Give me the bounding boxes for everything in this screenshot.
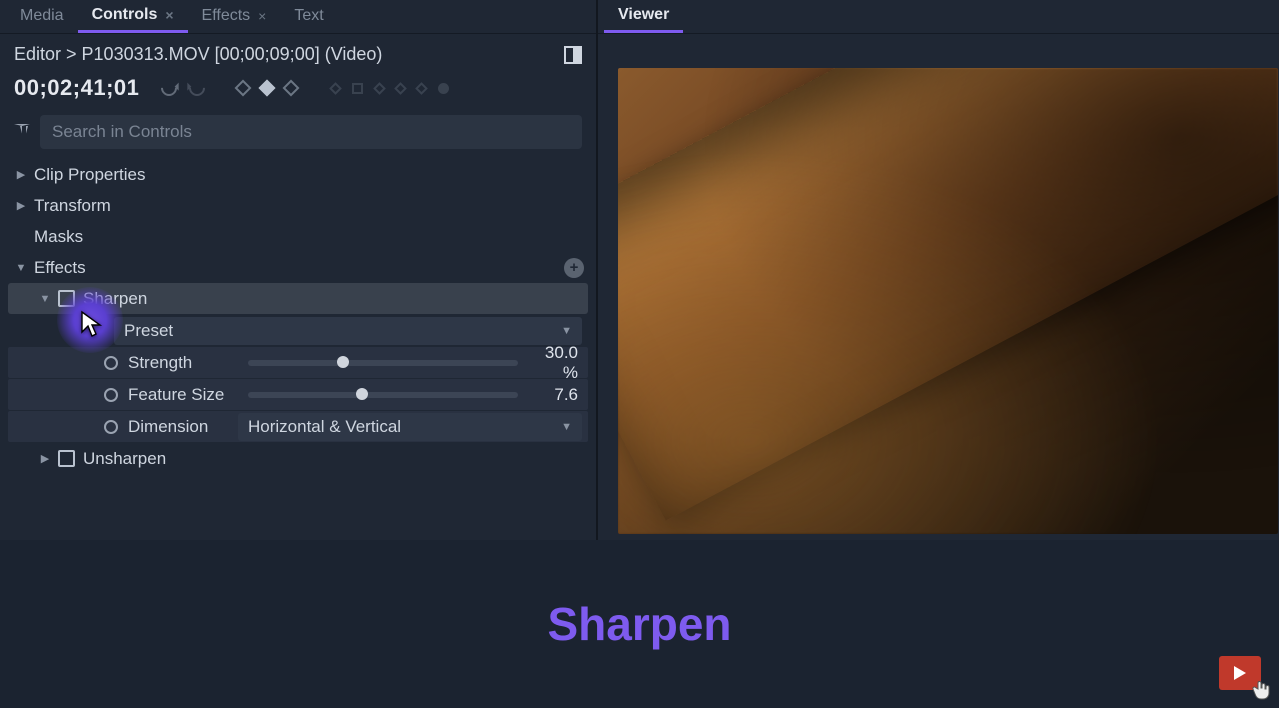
effect-unsharpen-row[interactable]: Unsharpen — [8, 443, 588, 474]
param-value[interactable]: 30.0 % — [528, 343, 588, 383]
transport-row: 00;02;41;01 — [0, 69, 596, 113]
effect-label: Unsharpen — [83, 449, 588, 469]
viewer-body — [598, 34, 1279, 540]
keyframe-add-icon[interactable] — [259, 80, 276, 97]
chevron-down-icon — [14, 262, 28, 274]
marker-c-icon[interactable] — [416, 82, 429, 95]
chevron-right-icon — [14, 199, 28, 212]
left-tab-bar: Media Controls × Effects × Text — [0, 0, 596, 34]
keyframe-toggle[interactable] — [104, 356, 118, 370]
enable-checkbox[interactable] — [58, 290, 75, 307]
chevron-down-icon: ▼ — [561, 325, 572, 337]
undo-icon[interactable] — [158, 77, 181, 100]
param-preset: Preset▼ — [8, 316, 588, 346]
filter-icon[interactable] — [14, 124, 30, 140]
chevron-right-icon — [14, 168, 28, 181]
group-effects[interactable]: Effects+ — [8, 252, 588, 283]
caption-title: Sharpen — [547, 597, 731, 651]
enable-checkbox[interactable] — [58, 450, 75, 467]
param-feature-size: Feature Size 7.6 — [8, 379, 588, 410]
group-masks[interactable]: Masks — [8, 221, 588, 252]
search-input[interactable] — [40, 115, 582, 149]
right-tab-bar: Viewer — [598, 0, 1279, 34]
breadcrumb: Editor > P1030313.MOV [00;00;09;00] (Vid… — [14, 44, 382, 65]
keyframe-toggle[interactable] — [104, 420, 118, 434]
redo-icon[interactable] — [186, 77, 209, 100]
marker-b-icon[interactable] — [395, 82, 408, 95]
effect-label: Sharpen — [83, 289, 588, 309]
viewer-canvas[interactable] — [618, 68, 1278, 534]
tab-label: Effects — [202, 7, 251, 25]
strength-slider[interactable] — [248, 360, 518, 366]
close-icon[interactable]: × — [258, 8, 266, 24]
record-icon[interactable] — [438, 83, 449, 94]
controls-panel: Media Controls × Effects × Text Editor > P… — [0, 0, 598, 540]
timecode-display[interactable]: 00;02;41;01 — [14, 75, 139, 101]
tab-label: Controls — [92, 6, 158, 24]
keyframe-toggle[interactable] — [104, 388, 118, 402]
param-label: Dimension — [128, 417, 238, 437]
controls-tree: Clip Properties Transform Masks Effects+… — [0, 159, 596, 474]
marker-prev-icon[interactable] — [330, 82, 343, 95]
param-dimension: Dimension Horizontal & Vertical▼ — [8, 411, 588, 442]
chevron-down-icon: ▼ — [561, 421, 572, 433]
param-strength: Strength 30.0 % — [8, 347, 588, 378]
tab-label: Media — [20, 7, 64, 25]
caption-bar: Sharpen — [0, 540, 1279, 708]
viewer-panel: Viewer — [598, 0, 1279, 540]
tab-text[interactable]: Text — [280, 0, 337, 33]
param-label: Strength — [128, 353, 238, 373]
preset-select[interactable]: Preset▼ — [114, 317, 582, 345]
close-icon[interactable]: × — [165, 7, 173, 23]
tab-media[interactable]: Media — [6, 0, 78, 33]
feature-slider[interactable] — [248, 392, 518, 398]
tab-label: Viewer — [618, 6, 669, 24]
keyframe-prev-icon[interactable] — [235, 80, 252, 97]
tab-viewer[interactable]: Viewer — [604, 0, 683, 33]
marker-a-icon[interactable] — [374, 82, 387, 95]
param-label: Feature Size — [128, 385, 238, 405]
marker-stop-icon[interactable] — [352, 83, 363, 94]
dimension-select[interactable]: Horizontal & Vertical▼ — [238, 413, 582, 441]
keyframe-next-icon[interactable] — [283, 80, 300, 97]
tab-label: Text — [294, 7, 323, 25]
tab-effects[interactable]: Effects × — [188, 0, 281, 33]
chevron-down-icon — [38, 293, 52, 305]
group-clip-properties[interactable]: Clip Properties — [8, 159, 588, 190]
effect-sharpen-row[interactable]: Sharpen — [8, 283, 588, 314]
chevron-right-icon — [38, 452, 52, 465]
add-effect-button[interactable]: + — [564, 258, 584, 278]
group-transform[interactable]: Transform — [8, 190, 588, 221]
tab-controls[interactable]: Controls × — [78, 0, 188, 33]
hand-cursor-icon — [1249, 678, 1273, 702]
compare-icon[interactable] — [564, 46, 582, 64]
param-value[interactable]: 7.6 — [528, 385, 588, 405]
play-icon — [1234, 666, 1246, 680]
